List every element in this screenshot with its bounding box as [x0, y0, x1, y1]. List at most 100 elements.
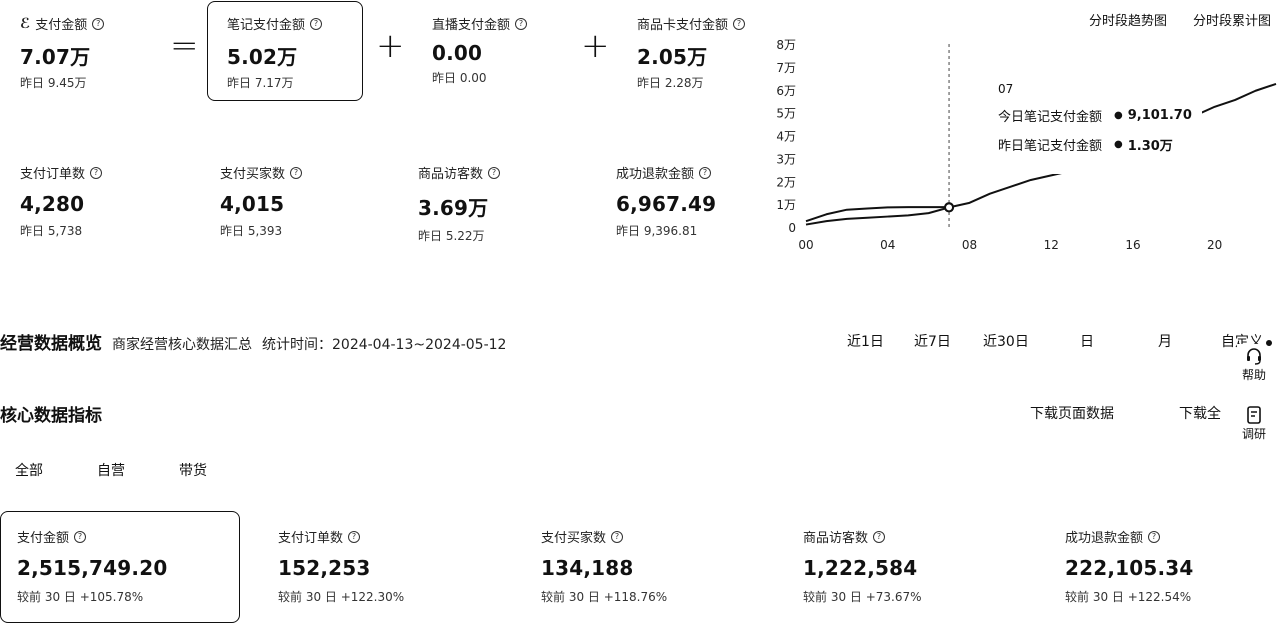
metric-prev: 昨日 5.22万 — [418, 229, 485, 243]
x-tick-label: 16 — [1125, 238, 1140, 252]
y-tick-label: 5万 — [776, 107, 796, 121]
metric-label: 支付买家数 — [220, 167, 286, 182]
survey-icon — [1247, 406, 1261, 424]
card-compare: 较前 30 日 +73.67% — [803, 590, 922, 604]
overview-range: 统计时间：2024-04-13~2024-05-12 — [262, 337, 507, 353]
metric-value: 2.05万 — [637, 45, 708, 69]
card-label: 商品访客数 — [803, 531, 869, 546]
download-page-button[interactable]: 下载页面数据 — [1030, 403, 1114, 423]
core-card[interactable]: 成功退款金额? 222,105.34 较前 30 日 +122.54% — [1065, 527, 1194, 605]
x-tick-label: 00 — [798, 238, 813, 252]
y-tick-label: 2万 — [776, 175, 796, 189]
help-circle-icon[interactable]: ? — [1148, 530, 1161, 543]
help-circle-icon[interactable]: ? — [90, 166, 103, 179]
help-circle-icon[interactable]: ? — [74, 530, 87, 543]
tab-trend-chart[interactable]: 分时段趋势图 — [1089, 10, 1167, 29]
metric-refund[interactable]: 成功退款金额? 6,967.49 昨日 9,396.81 — [616, 163, 716, 239]
tooltip-label: 今日笔记支付金额 — [998, 110, 1103, 125]
metric-buyers[interactable]: 支付买家数? 4,015 昨日 5,393 — [220, 163, 303, 239]
metric-value: 5.02万 — [227, 45, 298, 69]
metric-value: 7.07万 — [20, 45, 91, 69]
metric-prev: 昨日 2.28万 — [637, 76, 704, 90]
metric-prev: 昨日 5,393 — [220, 224, 283, 238]
tab-all[interactable]: 全部 — [15, 460, 43, 480]
metric-visitors[interactable]: 商品访客数? 3.69万 昨日 5.22万 — [418, 163, 501, 244]
help-circle-icon[interactable]: ? — [873, 530, 886, 543]
range-30d[interactable]: 近30日 — [983, 331, 1029, 351]
help-circle-icon[interactable]: ? — [515, 17, 528, 30]
metric-value: 4,280 — [20, 192, 85, 216]
help-circle-icon[interactable]: ? — [310, 17, 323, 30]
metric-label: 商品卡支付金额 — [637, 18, 729, 33]
card-compare: 较前 30 日 +105.78% — [17, 590, 144, 604]
metric-label: 成功退款金额 — [616, 167, 695, 182]
help-circle-icon[interactable]: ? — [92, 17, 105, 30]
x-tick-label: 12 — [1044, 238, 1059, 252]
card-compare: 较前 30 日 +122.54% — [1065, 590, 1192, 604]
download-all-button[interactable]: 下载全 — [1179, 403, 1227, 423]
y-tick-label: 6万 — [776, 84, 796, 98]
tab-cumulative-chart[interactable]: 分时段累计图 — [1193, 10, 1271, 29]
card-label: 支付订单数 — [278, 531, 344, 546]
range-7d[interactable]: 近7日 — [914, 331, 951, 351]
card-value: 134,188 — [541, 556, 634, 580]
metric-note: 笔记支付金额? 5.02万 昨日 7.17万 — [227, 14, 323, 91]
metric-label: 笔记支付金额 — [227, 18, 306, 33]
metric-prev: 昨日 0.00 — [432, 71, 487, 85]
help-circle-icon[interactable]: ? — [611, 530, 624, 543]
range-day[interactable]: 日 — [1080, 331, 1094, 351]
card-value: 2,515,749.20 — [17, 556, 168, 580]
tooltip-title: 07 — [998, 82, 1014, 96]
metric-label: 支付金额 — [35, 18, 88, 33]
overview-header: 经营数据概览 商家经营核心数据汇总 统计时间：2024-04-13~2024-0… — [0, 329, 506, 354]
survey-label: 调研 — [1241, 427, 1266, 441]
range-month[interactable]: 月 — [1158, 331, 1172, 351]
tooltip-value: 1.30万 — [1127, 139, 1173, 154]
metric-card[interactable]: 商品卡支付金额? 2.05万 昨日 2.28万 — [637, 14, 746, 91]
tooltip-row: 昨日笔记支付金额 ● 1.30万 — [998, 135, 1202, 154]
series-dot-icon: ● — [1114, 139, 1123, 150]
y-tick-label: 4万 — [776, 130, 796, 144]
overview-title: 经营数据概览 — [0, 334, 102, 354]
help-circle-icon[interactable]: ? — [488, 166, 501, 179]
help-circle-icon[interactable]: ? — [699, 166, 712, 179]
tab-affiliate[interactable]: 带货 — [179, 460, 207, 480]
chart-tooltip: 07 今日笔记支付金额 ● 9,101.70 昨日笔记支付金额 ● 1.30万 — [986, 74, 1202, 174]
y-tick-label: 3万 — [776, 152, 796, 166]
help-button[interactable]: 帮助 — [1237, 344, 1271, 384]
metric-prev: 昨日 9.45万 — [20, 76, 87, 90]
core-card[interactable]: 支付订单数? 152,253 较前 30 日 +122.30% — [278, 527, 404, 605]
card-compare: 较前 30 日 +118.76% — [541, 590, 668, 604]
metric-value: 4,015 — [220, 192, 285, 216]
metric-prev: 昨日 7.17万 — [227, 76, 294, 90]
tooltip-row: 今日笔记支付金额 ● 9,101.70 — [998, 106, 1202, 125]
tooltip-label: 昨日笔记支付金额 — [998, 139, 1103, 154]
overview-desc: 商家经营核心数据汇总 — [112, 337, 252, 353]
series-dot-icon: ● — [1114, 110, 1123, 121]
help-circle-icon[interactable]: ? — [733, 17, 746, 30]
card-label: 成功退款金额 — [1065, 531, 1144, 546]
card-value: 1,222,584 — [803, 556, 918, 580]
core-card[interactable]: 商品访客数? 1,222,584 较前 30 日 +73.67% — [803, 527, 922, 605]
core-card[interactable]: 支付金额? 2,515,749.20 较前 30 日 +105.78% — [17, 527, 167, 605]
help-circle-icon[interactable]: ? — [290, 166, 303, 179]
plus-sign: + — [581, 26, 610, 66]
y-tick-label: 1万 — [776, 198, 796, 212]
y-tick-label: 0 — [788, 221, 796, 235]
card-label: 支付买家数 — [541, 531, 607, 546]
plus-sign: + — [376, 26, 405, 66]
metric-value: 0.00 — [432, 41, 483, 65]
metric-live[interactable]: 直播支付金额? 0.00 昨日 0.00 — [432, 14, 528, 86]
metric-prev: 昨日 5,738 — [20, 224, 83, 238]
survey-button[interactable]: 调研 — [1237, 405, 1271, 447]
card-compare: 较前 30 日 +122.30% — [278, 590, 405, 604]
card-value: 222,105.34 — [1065, 556, 1194, 580]
metric-label: 支付订单数 — [20, 167, 86, 182]
x-tick-label: 04 — [880, 238, 895, 252]
tab-self-operated[interactable]: 自营 — [97, 460, 125, 480]
metric-orders[interactable]: 支付订单数? 4,280 昨日 5,738 — [20, 163, 103, 239]
core-card[interactable]: 支付买家数? 134,188 较前 30 日 +118.76% — [541, 527, 667, 605]
help-circle-icon[interactable]: ? — [348, 530, 361, 543]
range-1d[interactable]: 近1日 — [847, 331, 884, 351]
brand-logo-icon: ℰ — [20, 15, 31, 32]
